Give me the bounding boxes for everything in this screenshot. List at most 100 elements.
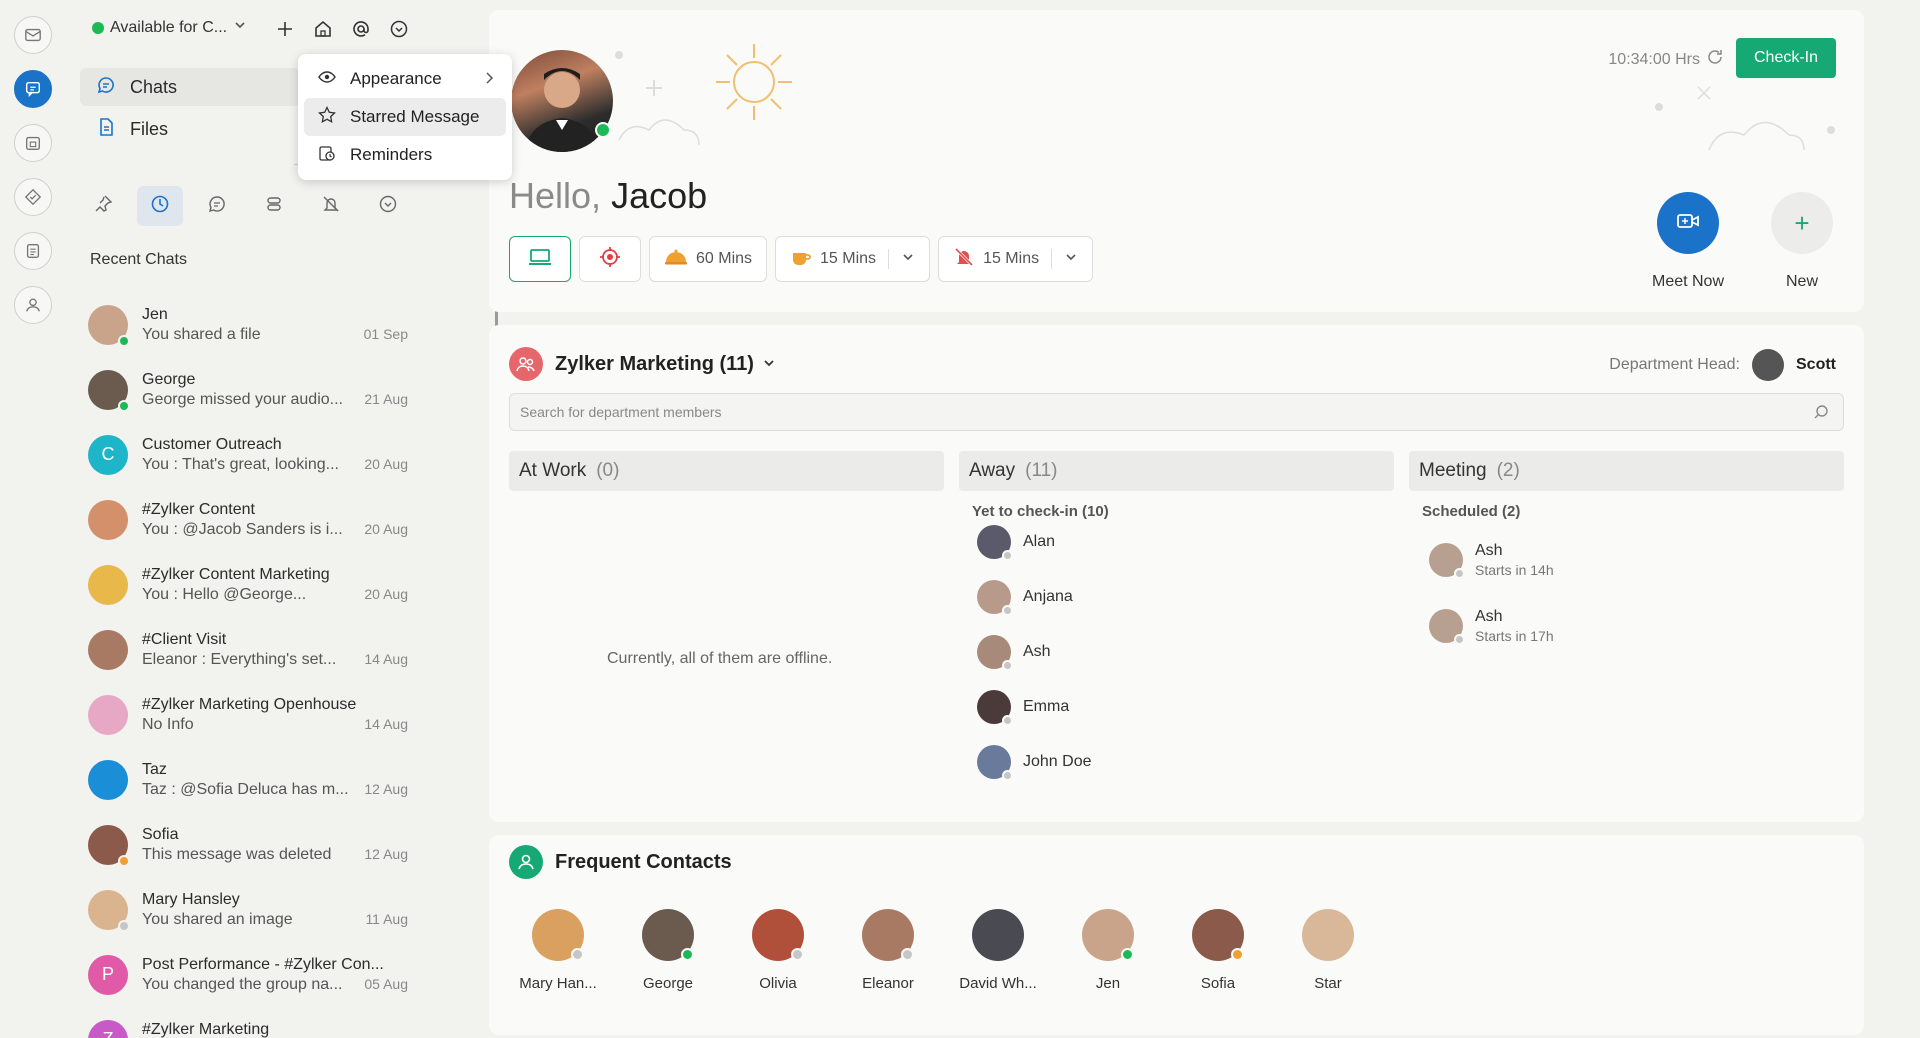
frequent-contact[interactable]: Star [1283,909,1373,992]
chevron-circle-icon [378,194,398,219]
mail-icon[interactable] [14,16,52,54]
availability-status[interactable]: Available for C... [92,18,247,37]
refresh-icon[interactable] [1706,48,1724,71]
plus-icon[interactable] [274,18,296,40]
chat-list-item[interactable]: P Post Performance - #Zylker Con... You ch… [88,942,408,1007]
check-in-button[interactable]: Check-In [1736,38,1836,78]
frequent-contact[interactable]: Eleanor [843,909,933,992]
chat-filter-tabs [80,186,411,226]
chat-list-item[interactable]: #Zylker Marketing Openhouse No Info 14 Aug [88,682,408,747]
status-dnd-button[interactable]: 15 Mins [938,236,1094,282]
chevron-down-icon[interactable] [901,250,915,269]
department-head-avatar[interactable] [1752,349,1784,381]
chat-name: Taz [142,760,167,778]
chat-name: Post Performance - #Zylker Con... [142,955,384,973]
tab-chats[interactable] [194,186,240,226]
contacts-icon[interactable] [14,286,52,324]
status-lunch-button[interactable]: 60 Mins [649,236,768,282]
mention-icon[interactable] [350,18,372,40]
frequent-contact[interactable]: Mary Han... [513,909,603,992]
status-dot [791,948,804,961]
chat-text: #Zylker Content Marketing You : Hello @Ge… [142,566,362,604]
tab-muted[interactable] [308,186,354,226]
meet-now-button[interactable] [1657,192,1719,254]
menu-item-reminders[interactable]: Reminders [304,136,506,174]
frequent-contacts-title: Frequent Contacts [555,851,732,873]
member-avatar [977,635,1013,671]
member-item[interactable]: John Doe [977,745,1092,781]
avatar-initial: P [101,964,114,984]
frequent-contact[interactable]: George [623,909,713,992]
frequent-contact[interactable]: David Wh... [953,909,1043,992]
member-item[interactable]: Ash Starts in 17h [1429,608,1554,645]
avatar-initial: Z [103,1029,114,1038]
status-dot [571,948,584,961]
member-item[interactable]: Ash [977,635,1051,671]
home-icon[interactable] [312,18,334,40]
menu-item-appearance[interactable]: Appearance [304,60,506,98]
cliq-chat-icon[interactable] [14,70,52,108]
greeting-heading: Hello, Jacob [509,175,707,217]
tab-recent[interactable] [137,186,183,226]
status-break-button[interactable]: 15 Mins [775,236,931,282]
frequent-contact[interactable]: Sofia [1173,909,1263,992]
status-focus-button[interactable] [579,236,641,282]
chat-avatar: Z [88,1019,128,1038]
nav-files[interactable]: Files [80,110,300,148]
search-icon[interactable] [1813,404,1829,423]
department-head-name[interactable]: Scott [1796,356,1836,374]
eye-icon [318,68,336,91]
contact-name: Sofia [1200,975,1236,992]
calendar-icon[interactable] [14,124,52,162]
member-item[interactable]: Alan [977,525,1056,561]
tasks-icon[interactable] [14,178,52,216]
menu-item-starred-message[interactable]: Starred Message [304,98,506,136]
member-name: Alan [1023,533,1056,550]
new-button[interactable]: + [1771,192,1833,254]
notes-icon[interactable] [14,232,52,270]
tab-more[interactable] [365,186,411,226]
chat-list-item[interactable]: Taz Taz : @Sofia Deluca has m... 12 Aug [88,747,408,812]
chat-list-item[interactable]: Jen You shared a file 01 Sep [88,292,408,357]
tab-bots[interactable] [251,186,297,226]
department-head: Department Head: Scott [1609,349,1836,381]
chat-preview: This message was deleted [142,845,332,863]
chat-date: 14 Aug [364,716,408,732]
contact-avatar [642,909,694,961]
chat-avatar [88,759,128,800]
more-options-menu: Appearance Starred Message Reminders [298,54,512,180]
chat-list-item[interactable]: Mary Hansley You shared an image 11 Aug [88,877,408,942]
department-search-input[interactable]: Search for department members [509,393,1844,431]
frequent-contact[interactable]: Jen [1063,909,1153,992]
member-item[interactable]: Emma [977,690,1069,726]
status-dot [118,399,130,412]
chat-preview: Taz : @Sofia Deluca has m... [142,780,349,798]
status-working-button[interactable] [509,236,571,282]
chat-list-item[interactable]: #Zylker Content Marketing You : Hello @Ge… [88,552,408,617]
contact-name: George [642,975,694,992]
contact-name: Olivia [759,975,797,992]
nav-chats[interactable]: Chats [80,68,300,106]
app-rail [0,0,66,1038]
chat-list-item[interactable]: #Client Visit Eleanor : Everything's set.… [88,617,408,682]
more-options-icon[interactable] [388,18,410,40]
member-item[interactable]: Ash Starts in 14h [1429,542,1554,579]
chat-avatar [88,564,128,605]
member-name: Ash [1475,542,1503,559]
star-icon [318,105,336,129]
member-item[interactable]: Anjana [977,580,1073,616]
chat-list-item[interactable]: C Customer Outreach You : That's great, lo… [88,422,408,487]
avatar-initial: C [101,444,115,464]
chat-date: 20 Aug [364,586,408,602]
chevron-down-icon[interactable] [1064,250,1078,269]
chat-list-item[interactable]: #Zylker Content You : @Jacob Sanders is i… [88,487,408,552]
frequent-contact[interactable]: Olivia [733,909,823,992]
member-avatar [1429,543,1465,579]
tab-pinned[interactable] [80,186,126,226]
chat-list-item[interactable]: George George missed your audio... 21 Aug [88,357,408,422]
chat-preview: Eleanor : Everything's set... [142,650,337,668]
chat-list-item[interactable]: Z #Zylker MarketingMichelle : @Michelle S… [88,1007,408,1038]
member-name: Anjana [1023,588,1073,605]
department-title[interactable]: Zylker Marketing (11) [555,353,776,376]
chat-list-item[interactable]: Sofia This message was deleted 12 Aug [88,812,408,877]
